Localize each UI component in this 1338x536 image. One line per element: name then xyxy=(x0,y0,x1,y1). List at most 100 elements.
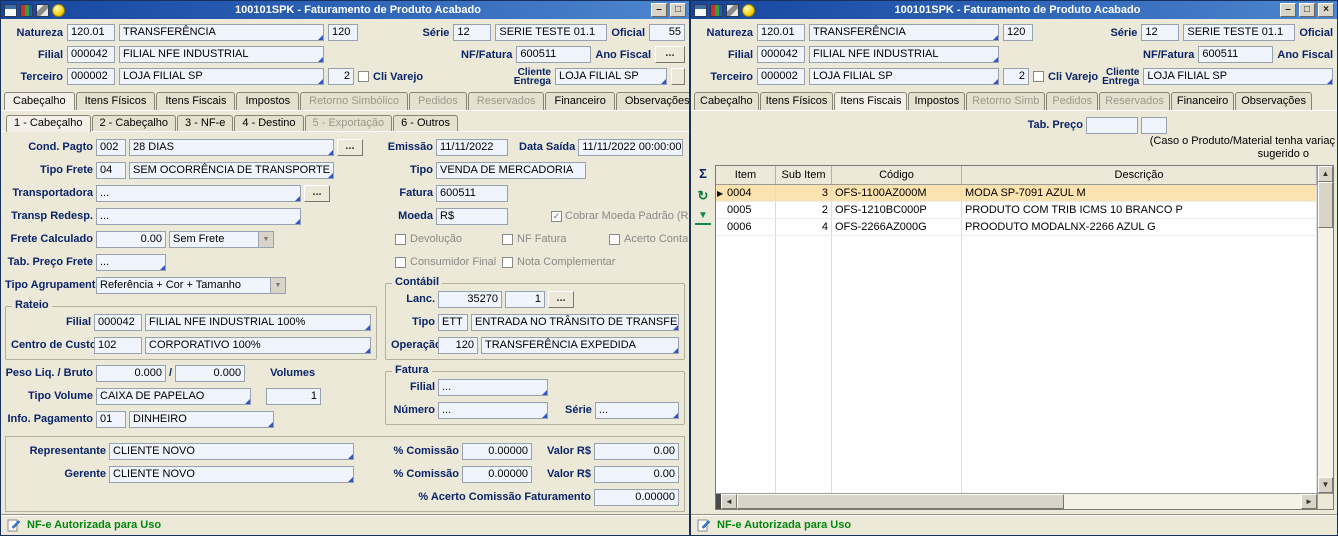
scroll-up-icon[interactable]: ▲ xyxy=(1318,166,1333,182)
vertical-scrollbar[interactable]: ▲ ▼ xyxy=(1317,166,1333,509)
close-button[interactable]: × xyxy=(1318,3,1334,17)
serie-code-field[interactable]: 12 xyxy=(1141,24,1179,41)
titlebar[interactable]: 100101SPK - Faturamento de Produto Acaba… xyxy=(691,1,1337,19)
emissao-field[interactable]: 11/11/2022 xyxy=(436,139,508,156)
cliente-entrega-field[interactable]: LOJA FILIAL SP xyxy=(1143,68,1333,85)
cond-pagto-desc-field[interactable]: 28 DIAS xyxy=(129,139,334,156)
fatura-numero-field[interactable]: ... xyxy=(438,402,548,419)
minimize-button[interactable]: – xyxy=(651,3,667,17)
serie-desc-field[interactable]: SERIE TESTE 01.1 xyxy=(1183,24,1295,41)
ano-fiscal-button[interactable]: ... xyxy=(655,46,685,63)
requery-icon[interactable]: ↻ xyxy=(695,188,711,204)
rateio-filial-desc-field[interactable]: FILIAL NFE INDUSTRIAL 100% xyxy=(145,314,371,331)
table-row[interactable]: ▶0004 3 OFS-1100AZ000M MODA SP-7091 AZUL… xyxy=(716,185,1317,202)
comissao-ger-field[interactable]: 0.00000 xyxy=(462,466,532,483)
nf-fatura-field[interactable]: 600511 xyxy=(516,46,591,63)
tab-itens-fiscais[interactable]: Itens Fiscais xyxy=(156,92,235,110)
scroll-down-icon[interactable]: ▼ xyxy=(1318,477,1333,493)
tipo-volume-field[interactable]: CAIXA DE PAPELAO xyxy=(96,388,251,405)
tipo-frete-code-field[interactable]: 04 xyxy=(96,162,126,179)
oficial-field[interactable]: 55 xyxy=(649,24,685,41)
cli-varejo-checkbox[interactable] xyxy=(358,71,369,82)
vscroll-thumb[interactable] xyxy=(1318,182,1333,228)
data-saida-field[interactable]: 11/11/2022 00:00:00 xyxy=(578,139,683,156)
terceiro-num-field[interactable]: 2 xyxy=(1003,68,1029,85)
operacao-desc-field[interactable]: TRANSFERÊNCIA EXPEDIDA xyxy=(481,337,679,354)
terceiro-desc-field[interactable]: LOJA FILIAL SP xyxy=(119,68,324,85)
subtab-4-destino[interactable]: 4 - Destino xyxy=(234,115,303,131)
fatura-serie-field[interactable]: ... xyxy=(595,402,679,419)
subtab-1-cabecalho[interactable]: 1 - Cabeçalho xyxy=(6,115,91,132)
centro-custo-code-field[interactable]: 102 xyxy=(94,337,142,354)
column-header-sub-item[interactable]: Sub Item xyxy=(776,166,832,184)
horizontal-scrollbar[interactable]: ◄ ► xyxy=(716,493,1317,509)
natureza-num-field[interactable]: 120 xyxy=(1003,24,1033,41)
column-header-item[interactable]: Item xyxy=(716,166,776,184)
gerente-field[interactable]: CLIENTE NOVO xyxy=(109,466,354,483)
nf-fatura-field[interactable]: 600511 xyxy=(1198,46,1273,63)
natureza-num-field[interactable]: 120 xyxy=(328,24,358,41)
transp-redesp-field[interactable]: ... xyxy=(96,208,301,225)
contabil-tipo-code-field[interactable]: ETT xyxy=(438,314,468,331)
scroll-right-icon[interactable]: ► xyxy=(1301,494,1317,509)
terceiro-code-field[interactable]: 000002 xyxy=(67,68,115,85)
minimize-button[interactable]: – xyxy=(1280,3,1296,17)
subtab-6-outros[interactable]: 6 - Outros xyxy=(393,115,458,131)
tipo-agrupamento-combo[interactable]: Referência + Cor + Tamanho ▼ xyxy=(96,277,286,294)
serie-code-field[interactable]: 12 xyxy=(453,24,491,41)
tab-preco-field-2[interactable] xyxy=(1141,117,1167,134)
centro-custo-desc-field[interactable]: CORPORATIVO 100% xyxy=(145,337,371,354)
table-row[interactable]: 0005 2 OFS-1210BC000P PRODUTO COM TRIB I… xyxy=(716,202,1317,219)
filial-code-field[interactable]: 000042 xyxy=(757,46,805,63)
acerto-checkbox[interactable] xyxy=(609,234,620,245)
tab-observacoes[interactable]: Observações xyxy=(1235,92,1312,110)
consumidor-checkbox[interactable] xyxy=(395,257,406,268)
chevron-down-icon[interactable]: ▼ xyxy=(258,232,273,247)
column-header-descricao[interactable]: Descrição xyxy=(962,166,1317,184)
natureza-desc-field[interactable]: TRANSFERÊNCIA xyxy=(119,24,324,41)
cobrar-moeda-checkbox[interactable]: ✓ xyxy=(551,211,562,222)
valor-rep-field[interactable]: 0.00 xyxy=(594,443,679,460)
hscroll-thumb[interactable] xyxy=(737,494,1064,509)
representante-field[interactable]: CLIENTE NOVO xyxy=(109,443,354,460)
comissao-rep-field[interactable]: 0.00000 xyxy=(462,443,532,460)
maximize-button[interactable]: □ xyxy=(670,3,686,17)
rateio-filial-code-field[interactable]: 000042 xyxy=(94,314,142,331)
terceiro-num-field[interactable]: 2 xyxy=(328,68,354,85)
tab-observacoes[interactable]: Observações xyxy=(616,92,689,110)
serie-desc-field[interactable]: SERIE TESTE 01.1 xyxy=(495,24,607,41)
nota-complementar-checkbox[interactable] xyxy=(502,257,513,268)
peso-liquido-field[interactable]: 0.000 xyxy=(96,365,166,382)
lanc-field-2[interactable]: 1 xyxy=(505,291,545,308)
terceiro-code-field[interactable]: 000002 xyxy=(757,68,805,85)
natureza-code-field[interactable]: 120.01 xyxy=(67,24,115,41)
nf-fatura-checkbox[interactable] xyxy=(502,234,513,245)
lanc-field-1[interactable]: 35270 xyxy=(438,291,502,308)
valor-ger-field[interactable]: 0.00 xyxy=(594,466,679,483)
tab-preco-field-1[interactable] xyxy=(1086,117,1138,134)
natureza-desc-field[interactable]: TRANSFERÊNCIA xyxy=(809,24,999,41)
cliente-entrega-lookup-button[interactable] xyxy=(671,68,685,85)
cond-pagto-lookup-button[interactable]: ... xyxy=(337,139,363,156)
peso-bruto-field[interactable]: 0.000 xyxy=(175,365,245,382)
transportadora-field[interactable]: ... xyxy=(96,185,301,202)
vscroll-track[interactable] xyxy=(1318,182,1333,477)
info-pagamento-desc-field[interactable]: DINHEIRO xyxy=(129,411,274,428)
frete-calculado-field[interactable]: 0.00 xyxy=(96,231,166,248)
hscroll-track[interactable] xyxy=(737,494,1301,509)
filial-code-field[interactable]: 000042 xyxy=(67,46,115,63)
maximize-button[interactable]: □ xyxy=(1299,3,1315,17)
moeda-field[interactable]: R$ xyxy=(436,208,508,225)
goto-last-icon[interactable]: ▼ xyxy=(695,210,711,225)
table-row[interactable]: 0006 4 OFS-2266AZ000G PROODUTO MODALNX-2… xyxy=(716,219,1317,236)
filial-desc-field[interactable]: FILIAL NFE INDUSTRIAL xyxy=(809,46,999,63)
tab-itens-fiscais[interactable]: Itens Fiscais xyxy=(834,92,907,110)
tipo-frete-desc-field[interactable]: SEM OCORRÊNCIA DE TRANSPORTE xyxy=(129,162,334,179)
sum-icon[interactable]: Σ xyxy=(695,166,711,182)
subtab-3-nfe[interactable]: 3 - NF-e xyxy=(177,115,233,131)
subtab-2-cabecalho[interactable]: 2 - Cabeçalho xyxy=(92,115,177,131)
tipo-field[interactable]: VENDA DE MERCADORIA xyxy=(436,162,586,179)
filial-desc-field[interactable]: FILIAL NFE INDUSTRIAL xyxy=(119,46,324,63)
transportadora-lookup-button[interactable]: ... xyxy=(304,185,330,202)
fatura-filial-field[interactable]: ... xyxy=(438,379,548,396)
